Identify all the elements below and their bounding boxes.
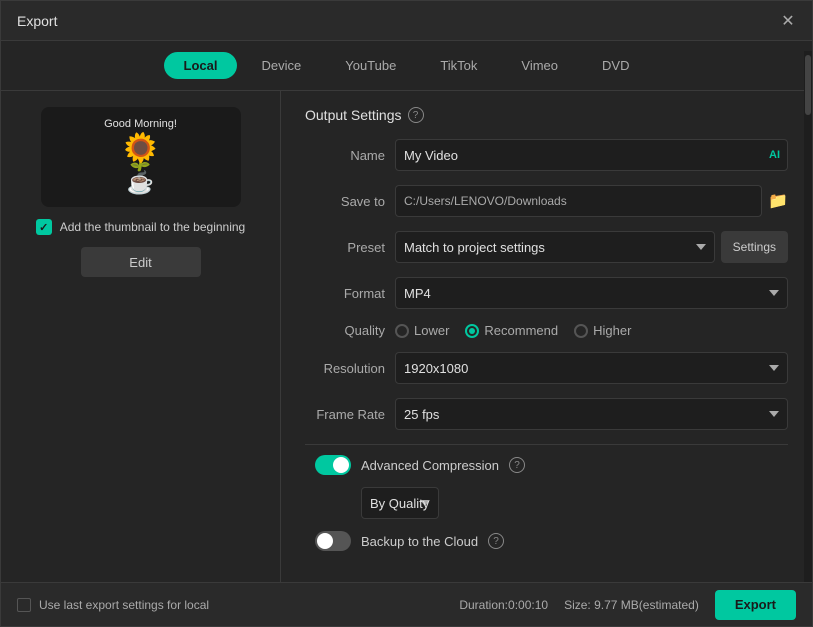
preset-control: Match to project settings Custom High Qu… [395,231,788,263]
scrollbar-track [804,91,812,582]
preview-greeting: Good Morning! [104,118,177,130]
export-window: Export ✕ Local Device YouTube TikTok Vim… [0,0,813,627]
name-input[interactable] [395,139,788,171]
main-content: Good Morning! 🌻 ☕ Add the thumbnail to t… [1,91,812,582]
quality-lower[interactable]: Lower [395,323,449,338]
thumbnail-checkbox[interactable] [36,219,52,235]
save-label: Save to [305,194,385,209]
name-row: Name AI [305,139,788,171]
higher-radio[interactable] [574,324,588,338]
right-panel: Output Settings ? Name AI Save to 📁 [281,91,812,582]
name-input-wrapper: AI [395,139,788,171]
folder-icon[interactable]: 📁 [768,191,788,211]
tab-youtube[interactable]: YouTube [325,52,416,79]
export-button[interactable]: Export [715,590,796,620]
footer: Use last export settings for local Durat… [1,582,812,626]
path-row: 📁 [395,185,788,217]
title-bar: Export ✕ [1,1,812,41]
resolution-label: Resolution [305,361,385,376]
framerate-row: Frame Rate 25 fps 30 fps 60 fps 24 fps [305,398,788,430]
tab-tiktok[interactable]: TikTok [420,52,497,79]
close-button[interactable]: ✕ [780,13,796,29]
format-select[interactable]: MP4 MOV AVI MKV [395,277,788,309]
divider [305,444,788,445]
quality-row: Quality Lower Recommend Higher [305,323,788,338]
quality-options: Lower Recommend Higher [395,323,788,338]
sun-icon: 🌻 [118,134,163,170]
framerate-label: Frame Rate [305,407,385,422]
settings-button[interactable]: Settings [721,231,788,263]
scrollbar-thumb[interactable] [805,91,811,115]
advanced-info-icon[interactable]: ? [509,457,525,473]
size-text: Size: 9.77 MB(estimated) [564,598,699,612]
save-row: Save to 📁 [305,185,788,217]
last-settings-checkbox[interactable] [17,598,31,612]
tab-vimeo[interactable]: Vimeo [501,52,578,79]
footer-left: Use last export settings for local [17,598,209,612]
preview-box: Good Morning! 🌻 ☕ [41,107,241,207]
thumbnail-option: Add the thumbnail to the beginning [36,219,245,235]
format-row: Format MP4 MOV AVI MKV [305,277,788,309]
format-label: Format [305,286,385,301]
framerate-select[interactable]: 25 fps 30 fps 60 fps 24 fps [395,398,788,430]
quality-recommend[interactable]: Recommend [465,323,558,338]
backup-toggle[interactable] [315,531,351,551]
advanced-row: Advanced Compression ? [305,455,788,475]
quality-label: Quality [305,323,385,338]
ai-icon: AI [769,149,780,161]
backup-row: Backup to the Cloud ? [305,531,788,551]
name-label: Name [305,148,385,163]
window-title: Export [17,13,57,29]
resolution-row: Resolution 1920x1080 1280x720 3840x2160 [305,352,788,384]
footer-right: Duration:0:00:10 Size: 9.77 MB(estimated… [459,590,796,620]
tab-device[interactable]: Device [241,52,321,79]
path-input[interactable] [395,185,762,217]
left-panel: Good Morning! 🌻 ☕ Add the thumbnail to t… [1,91,281,582]
duration-text: Duration:0:00:10 [459,598,548,612]
cup-icon: ☕ [127,170,154,196]
preset-row: Preset Match to project settings Custom … [305,231,788,263]
tab-dvd[interactable]: DVD [582,52,649,79]
last-settings-label: Use last export settings for local [39,598,209,612]
tab-bar: Local Device YouTube TikTok Vimeo DVD [1,41,812,91]
section-title: Output Settings ? [305,107,788,123]
quality-higher[interactable]: Higher [574,323,631,338]
info-icon[interactable]: ? [408,107,424,123]
advanced-toggle[interactable] [315,455,351,475]
quality-select-row: By Quality By Bitrate [305,487,788,519]
advanced-label: Advanced Compression [361,458,499,473]
tab-local[interactable]: Local [164,52,238,79]
resolution-select[interactable]: 1920x1080 1280x720 3840x2160 [395,352,788,384]
backup-label: Backup to the Cloud [361,534,478,549]
preset-label: Preset [305,240,385,255]
preset-select[interactable]: Match to project settings Custom High Qu… [395,231,715,263]
thumbnail-label: Add the thumbnail to the beginning [60,220,245,234]
quality-type-select[interactable]: By Quality By Bitrate [361,487,439,519]
recommend-radio[interactable] [465,324,479,338]
lower-radio[interactable] [395,324,409,338]
backup-info-icon[interactable]: ? [488,533,504,549]
edit-button[interactable]: Edit [81,247,201,277]
